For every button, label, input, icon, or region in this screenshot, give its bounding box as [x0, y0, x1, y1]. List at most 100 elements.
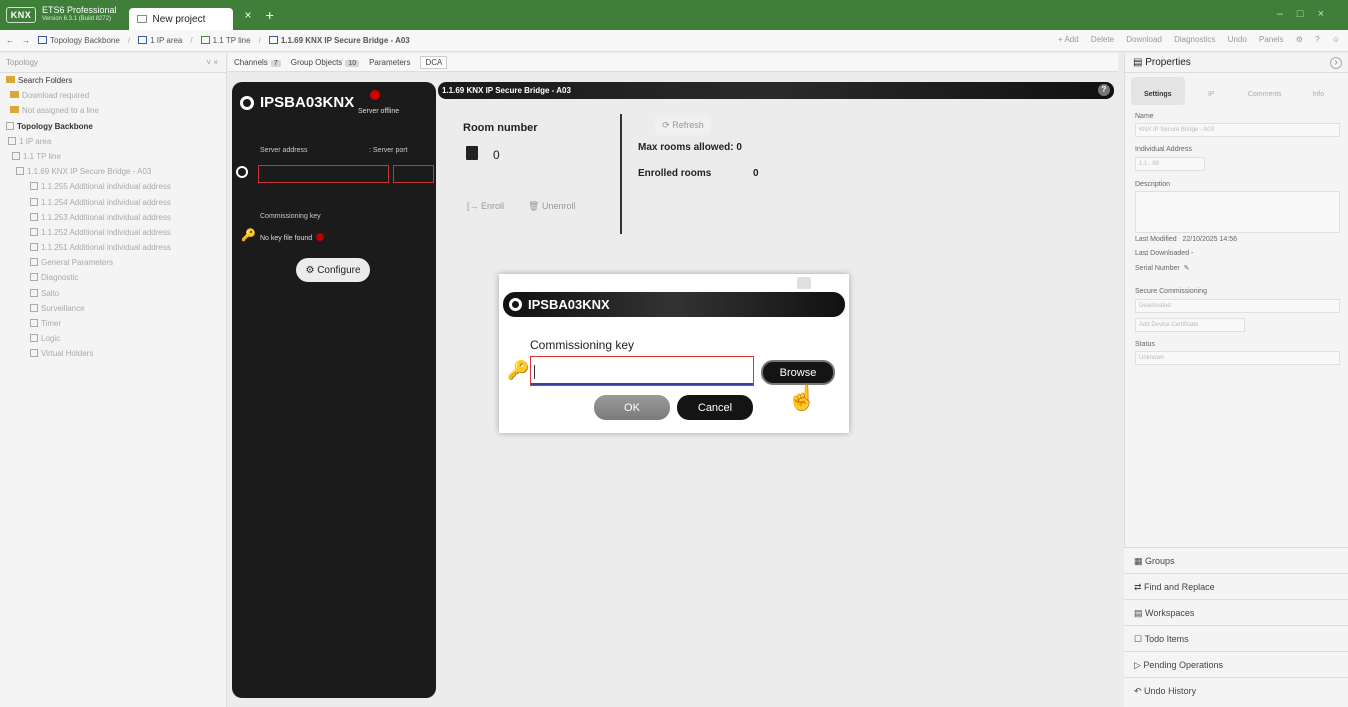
secure-commissioning-label: Secure Commissioning — [1135, 288, 1207, 295]
tree-item[interactable]: Topology Backbone — [0, 119, 226, 134]
serial-row: Serial Number ✎ — [1135, 264, 1190, 272]
settings-icon[interactable]: ⚙ — [1296, 35, 1303, 44]
tree-item[interactable]: General Parameters — [0, 255, 226, 270]
refresh-button[interactable]: ⟳ Refresh — [655, 115, 711, 135]
server-status-text: Server offline — [358, 108, 400, 115]
properties-tabs: Settings IP Comments Info — [1131, 77, 1345, 105]
tree-item[interactable]: Download required — [0, 88, 226, 103]
back-icon[interactable]: ← — [6, 36, 14, 45]
undo-button[interactable]: Undo — [1228, 35, 1247, 44]
tree-item[interactable]: 1.1.253 Additional individual address — [0, 210, 226, 225]
tab-label: Parameters — [369, 57, 411, 67]
pencil-icon[interactable]: ✎ — [1184, 265, 1190, 272]
workspaces-row[interactable]: ▤ Workspaces — [1124, 599, 1348, 625]
app-version: Version 6.3.1 (Build 8272) — [42, 16, 112, 22]
tree-item[interactable]: Not assigned to a line — [0, 103, 226, 118]
tree-item[interactable]: 1 IP area — [0, 134, 226, 149]
commissioning-key-input[interactable] — [530, 356, 754, 386]
tree-item[interactable]: Search Folders — [0, 73, 226, 88]
ok-button[interactable]: OK — [594, 395, 670, 420]
tab-label: DCA — [425, 57, 443, 67]
groups-label: Groups — [1145, 556, 1175, 566]
server-port-input[interactable] — [393, 165, 434, 183]
tree-item[interactable]: 1.1 TP line — [0, 149, 226, 164]
todo-items-row[interactable]: ☐ Todo Items — [1124, 625, 1348, 651]
close-panel-icon[interactable]: ˅ × — [206, 58, 218, 67]
tree-item[interactable]: Virtual Holders — [0, 346, 226, 361]
tree-item[interactable]: 1.1.251 Additional individual address — [0, 240, 226, 255]
tab-parameters[interactable]: Parameters — [369, 58, 410, 67]
tree-item[interactable]: Logic — [0, 331, 226, 346]
diagnostics-button[interactable]: Diagnostics — [1174, 35, 1215, 44]
secure-commissioning-select[interactable]: Deactivated — [1135, 299, 1340, 313]
last-modified-value: 22/10/2025 14:56 — [1182, 236, 1237, 243]
app-name-text: ETS6 Professional — [42, 5, 117, 15]
tab-ip[interactable]: IP — [1185, 77, 1239, 105]
tree-item[interactable]: Diagnostic — [0, 270, 226, 285]
folder-icon — [6, 76, 15, 83]
help-icon[interactable]: ? — [1315, 35, 1319, 44]
knx-logo: KNX — [6, 7, 36, 23]
undo-history-row[interactable]: ↶ Undo History — [1124, 677, 1348, 707]
delete-button[interactable]: Delete — [1091, 35, 1114, 44]
tree-item[interactable]: 1.1.252 Additional individual address — [0, 225, 226, 240]
help-icon[interactable]: ? — [1098, 84, 1110, 96]
browse-button[interactable]: Browse — [761, 360, 835, 385]
tab-comments[interactable]: Comments — [1238, 77, 1292, 105]
tree-item-label: 1.1.255 Additional individual address — [41, 182, 171, 192]
refresh-label: Refresh — [672, 120, 704, 130]
tree-item[interactable]: 1.1.254 Additional individual address — [0, 195, 226, 210]
tree-item-label: Download required — [22, 91, 90, 101]
status-select[interactable]: Unknown — [1135, 351, 1340, 365]
configure-button[interactable]: ⚙ Configure — [296, 258, 370, 282]
tab-group-objects[interactable]: Group Objects 10 — [291, 58, 360, 67]
tree-item[interactable]: 1.1.255 Additional individual address — [0, 179, 226, 194]
collapse-arrow-icon[interactable]: › — [1330, 57, 1342, 69]
toolbar-actions: + Add Delete Download Diagnostics Undo P… — [1048, 35, 1340, 44]
serial-label: Serial Number — [1135, 265, 1180, 272]
breadcrumb-line[interactable]: 1.1 TP line — [200, 36, 251, 45]
tab-count: 10 — [345, 59, 360, 67]
commissioning-key-label: Commissioning key — [260, 213, 321, 220]
server-address-input[interactable] — [258, 165, 389, 183]
name-field[interactable]: KNX IP Secure Bridge - A03 — [1135, 123, 1340, 137]
forward-icon[interactable]: → — [22, 36, 30, 45]
description-label: Description — [1135, 181, 1171, 188]
tree-item[interactable]: 1.1.69 KNX IP Secure Bridge - A03 — [0, 164, 226, 179]
individual-address-field[interactable]: 1.1 . 69 — [1135, 157, 1205, 171]
cancel-button[interactable]: Cancel — [677, 395, 753, 420]
topology-panel-header[interactable]: Topology ˅ × — [0, 53, 226, 73]
dialog-close-button[interactable] — [797, 277, 811, 289]
breadcrumb-area[interactable]: 1 IP area — [138, 36, 182, 45]
add-button[interactable]: + Add — [1058, 35, 1079, 44]
pending-operations-row[interactable]: ▷ Pending Operations — [1124, 651, 1348, 677]
window-controls[interactable]: –□× — [1277, 8, 1338, 20]
panels-button[interactable]: Panels — [1259, 35, 1283, 44]
find-replace-row[interactable]: ⇄ Find and Replace — [1124, 573, 1348, 599]
description-field[interactable] — [1135, 191, 1340, 233]
unenroll-button[interactable]: 🗑 Unenroll — [528, 201, 575, 212]
project-tab[interactable]: New project — [128, 8, 233, 30]
server-status-indicator — [370, 90, 380, 100]
tree-item[interactable]: Salto — [0, 286, 226, 301]
download-button[interactable]: Download — [1126, 35, 1162, 44]
project-icon — [136, 15, 147, 23]
tab-channels[interactable]: Channels 7 — [234, 58, 281, 67]
tab-dca[interactable]: DCA — [420, 55, 448, 69]
close-tab-icon[interactable]: × — [245, 8, 252, 22]
tree-item[interactable]: Surveillance — [0, 301, 226, 316]
find-replace-icon: ⇄ — [1134, 582, 1145, 592]
tab-info[interactable]: Info — [1292, 77, 1346, 105]
tree-item[interactable]: Timer — [0, 316, 226, 331]
user-icon[interactable]: ☺ — [1332, 35, 1340, 44]
add-tab-icon[interactable]: + — [266, 7, 274, 23]
tab-settings[interactable]: Settings — [1131, 77, 1185, 105]
enroll-icon: [→ — [467, 201, 482, 211]
enroll-button[interactable]: [→ Enroll — [467, 201, 504, 211]
breadcrumb-device[interactable]: 1.1.69 KNX IP Secure Bridge - A03 — [268, 36, 410, 45]
configure-label: Configure — [317, 264, 361, 276]
no-key-text: No key file found — [260, 235, 313, 242]
add-device-certificate-button[interactable]: Add Device Certificate — [1135, 318, 1245, 332]
breadcrumb-topology[interactable]: Topology Backbone — [38, 36, 120, 45]
groups-panel-row[interactable]: ▦ Groups — [1124, 547, 1348, 573]
